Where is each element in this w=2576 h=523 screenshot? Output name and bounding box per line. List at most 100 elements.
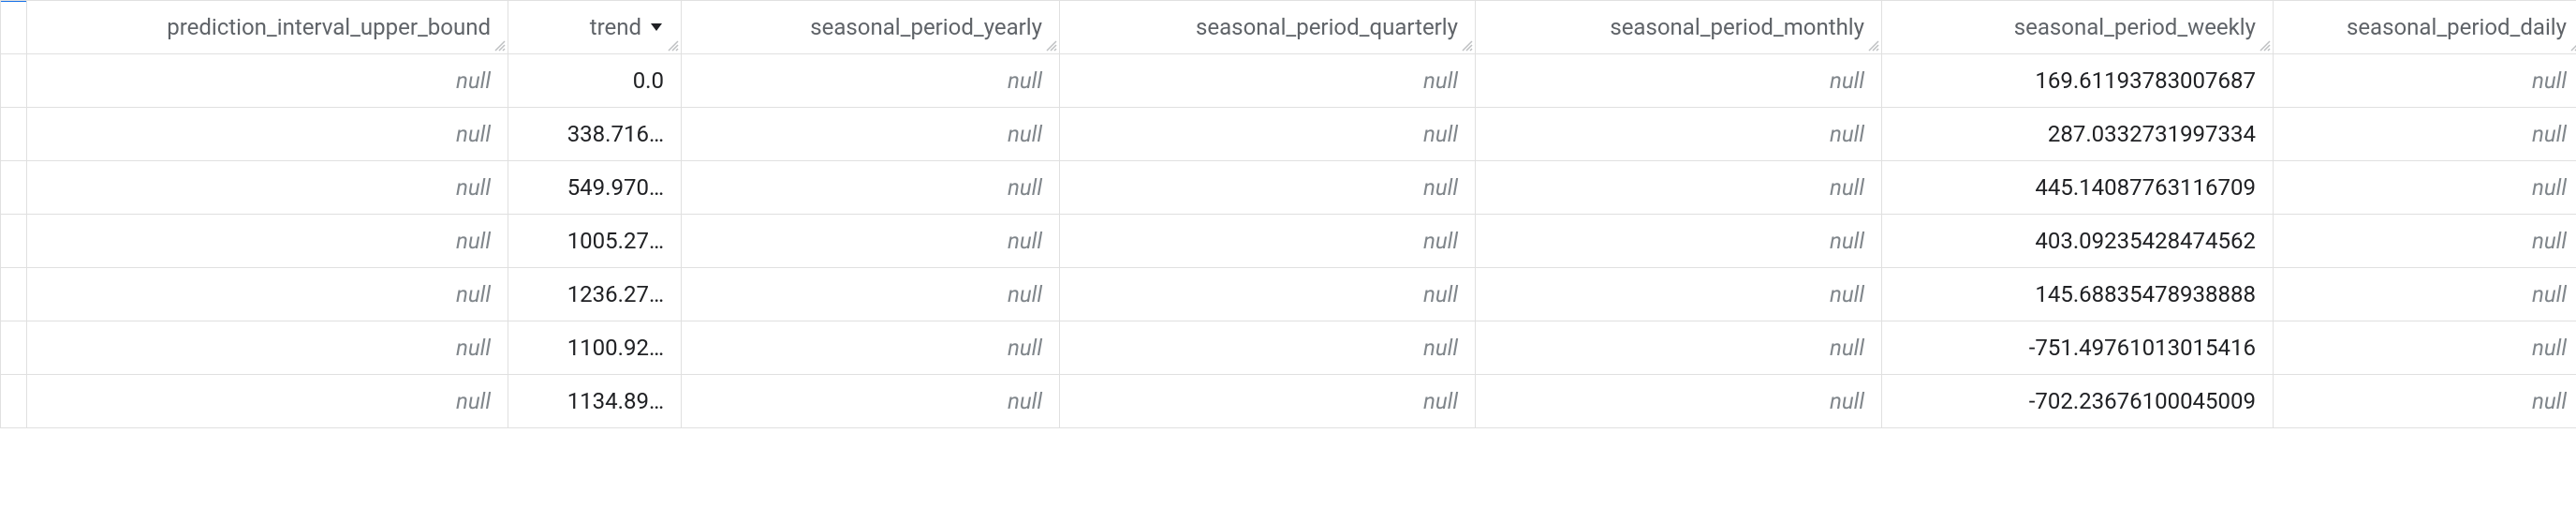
cell-upper_bound[interactable]: null <box>27 321 508 375</box>
cell-weekly[interactable]: 145.68835478938888 <box>1882 268 2274 321</box>
cell-quarterly[interactable]: null <box>1060 108 1476 161</box>
cell-weekly[interactable]: 169.61193783007687 <box>1882 54 2274 108</box>
null-indicator: null <box>1830 174 1864 201</box>
null-indicator: null <box>1830 121 1864 147</box>
null-indicator: null <box>1423 281 1458 307</box>
null-indicator: null <box>1830 388 1864 414</box>
cell-weekly[interactable]: 403.09235428474562 <box>1882 215 2274 268</box>
active-indicator <box>1 1 27 3</box>
resize-handle-icon[interactable] <box>1866 38 1879 52</box>
cell-monthly[interactable]: null <box>1476 268 1882 321</box>
null-indicator: null <box>1830 281 1864 307</box>
cell-daily[interactable]: null <box>2274 108 2576 161</box>
cell-weekly[interactable]: 445.14087763116709 <box>1882 161 2274 215</box>
cell-daily[interactable]: null <box>2274 215 2576 268</box>
cell-value: 1005.27… <box>567 228 664 254</box>
cell-yearly[interactable]: null <box>682 161 1060 215</box>
cell-upper_bound[interactable]: null <box>27 54 508 108</box>
column-header-trend[interactable]: trend <box>508 1 682 54</box>
results-table-container: prediction_interval_upper_bound trend <box>0 0 2576 428</box>
cell-quarterly[interactable]: null <box>1060 321 1476 375</box>
null-indicator: null <box>1423 174 1458 201</box>
cell-monthly[interactable]: null <box>1476 375 1882 428</box>
cell-daily[interactable]: null <box>2274 268 2576 321</box>
table-row[interactable]: null338.716…nullnullnull287.033273199733… <box>1 108 2576 161</box>
cell-quarterly[interactable]: null <box>1060 268 1476 321</box>
column-header-quarterly[interactable]: seasonal_period_quarterly <box>1060 1 1476 54</box>
table-row[interactable]: null0.0nullnullnull169.61193783007687nul… <box>1 54 2576 108</box>
resize-handle-icon[interactable] <box>493 38 506 52</box>
cell-upper_bound[interactable]: null <box>27 108 508 161</box>
null-indicator: null <box>1423 388 1458 414</box>
cell-daily[interactable]: null <box>2274 321 2576 375</box>
null-indicator: null <box>1008 174 1042 201</box>
cell-weekly[interactable]: -751.49761013015416 <box>1882 321 2274 375</box>
cell-value: 403.09235428474562 <box>2035 228 2256 254</box>
cell-value: 1134.89… <box>567 388 664 414</box>
cell-value: 1236.27… <box>567 281 664 307</box>
row-gutter <box>1 321 27 375</box>
cell-yearly[interactable]: null <box>682 375 1060 428</box>
null-indicator: null <box>1008 281 1042 307</box>
resize-handle-icon[interactable] <box>2569 38 2576 52</box>
cell-value: 169.61193783007687 <box>2035 67 2256 94</box>
cell-monthly[interactable]: null <box>1476 321 1882 375</box>
resize-handle-icon[interactable] <box>666 38 679 52</box>
cell-daily[interactable]: null <box>2274 161 2576 215</box>
cell-trend[interactable]: 1100.92… <box>508 321 682 375</box>
column-header-daily[interactable]: seasonal_period_daily <box>2274 1 2576 54</box>
table-row[interactable]: null 1236.27… null null null 145.688354789388… <box>1 268 2576 321</box>
null-indicator: null <box>456 174 491 201</box>
cell-weekly[interactable]: -702.23676100045009 <box>1882 375 2274 428</box>
null-indicator: null <box>456 388 491 414</box>
table-row[interactable]: null 549.970… null null null 445.140877631167… <box>1 161 2576 215</box>
cell-trend[interactable]: 1005.27… <box>508 215 682 268</box>
cell-yearly[interactable]: null <box>682 108 1060 161</box>
cell-upper_bound[interactable]: null <box>27 161 508 215</box>
cell-yearly[interactable]: null <box>682 321 1060 375</box>
cell-monthly[interactable]: null <box>1476 161 1882 215</box>
cell-monthly[interactable]: null <box>1476 108 1882 161</box>
cell-upper_bound[interactable]: null <box>27 268 508 321</box>
table-row[interactable]: null1005.27…nullnullnull403.092354284745… <box>1 215 2576 268</box>
table-row[interactable]: null1100.92…nullnullnull-751.49761013015… <box>1 321 2576 375</box>
cell-trend[interactable]: 1236.27… <box>508 268 682 321</box>
row-gutter <box>1 108 27 161</box>
cell-yearly[interactable]: null <box>682 268 1060 321</box>
table-row[interactable]: null1134.89…nullnullnull-702.23676100045… <box>1 375 2576 428</box>
sort-descending-icon[interactable] <box>649 20 664 35</box>
cell-monthly[interactable]: null <box>1476 54 1882 108</box>
column-header-weekly[interactable]: seasonal_period_weekly <box>1882 1 2274 54</box>
column-label: seasonal_period_daily <box>2347 14 2567 40</box>
cell-yearly[interactable]: null <box>682 215 1060 268</box>
column-header-yearly[interactable]: seasonal_period_yearly <box>682 1 1060 54</box>
cell-upper_bound[interactable]: null <box>27 375 508 428</box>
column-label: seasonal_period_monthly <box>1610 14 1864 40</box>
null-indicator: null <box>2532 174 2567 201</box>
cell-weekly[interactable]: 287.0332731997334 <box>1882 108 2274 161</box>
cell-trend[interactable]: 549.970… <box>508 161 682 215</box>
cell-value: -751.49761013015416 <box>2029 335 2256 361</box>
row-gutter <box>1 375 27 428</box>
cell-monthly[interactable]: null <box>1476 215 1882 268</box>
resize-handle-icon[interactable] <box>2258 38 2271 52</box>
cell-quarterly[interactable]: null <box>1060 215 1476 268</box>
row-gutter <box>1 268 27 321</box>
cell-quarterly[interactable]: null <box>1060 161 1476 215</box>
cell-upper_bound[interactable]: null <box>27 215 508 268</box>
cell-daily[interactable]: null <box>2274 54 2576 108</box>
cell-yearly[interactable]: null <box>682 54 1060 108</box>
cell-trend[interactable]: 1134.89… <box>508 375 682 428</box>
cell-daily[interactable]: null <box>2274 375 2576 428</box>
cell-value: 145.68835478938888 <box>2035 281 2256 307</box>
cell-trend[interactable]: 0.0 <box>508 54 682 108</box>
column-header-monthly[interactable]: seasonal_period_monthly <box>1476 1 1882 54</box>
resize-handle-icon[interactable] <box>1460 38 1473 52</box>
cell-trend[interactable]: 338.716… <box>508 108 682 161</box>
cell-value: 1100.92… <box>567 335 664 361</box>
cell-quarterly[interactable]: null <box>1060 375 1476 428</box>
cell-quarterly[interactable]: null <box>1060 54 1476 108</box>
column-header-upper-bound[interactable]: prediction_interval_upper_bound <box>27 1 508 54</box>
resize-handle-icon[interactable] <box>1044 38 1057 52</box>
null-indicator: null <box>456 67 491 94</box>
